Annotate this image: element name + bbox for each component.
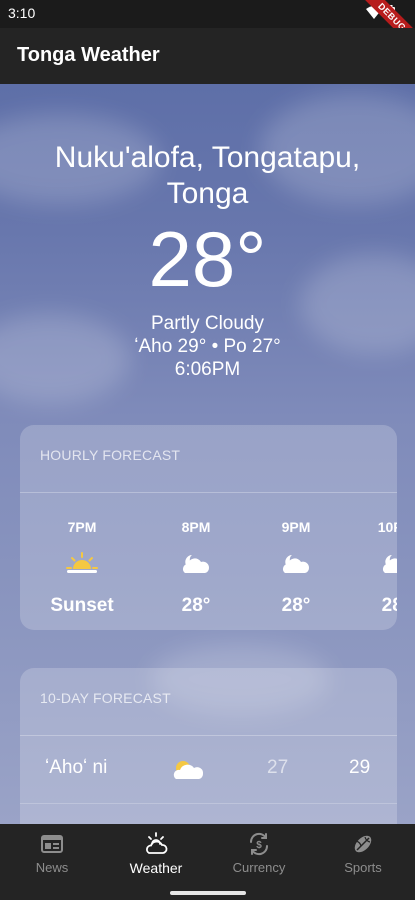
daily-row[interactable]: ʻAhoʻ ni 27 29 xyxy=(20,736,397,804)
sunset-icon xyxy=(66,552,98,573)
weather-icon xyxy=(146,832,168,854)
hourly-value: Sunset xyxy=(50,595,114,616)
hourly-value: 28° xyxy=(281,595,311,616)
weather-content[interactable]: Nuku'alofa, Tongatapu, Tonga 28° Partly … xyxy=(0,84,415,824)
app-title: Tonga Weather xyxy=(17,44,160,66)
moon-cloud-icon xyxy=(383,555,397,573)
hourly-forecast-list[interactable]: 7PM Sunset 8PM 28° 9PM 28° 10 2 xyxy=(20,493,397,630)
sports-icon xyxy=(354,835,372,853)
current-conditions: Partly Cloudy ʻAho 29° • Po 27° 6:06PM xyxy=(0,312,415,381)
local-time: 6:06PM xyxy=(174,359,241,380)
nav-label-currency: Currency xyxy=(232,860,286,875)
status-bar: 3:10 DEBUG xyxy=(0,0,415,54)
sun-cloud-icon xyxy=(173,761,204,779)
moon-cloud-icon xyxy=(183,555,210,573)
nav-label-sports: Sports xyxy=(344,860,382,875)
home-indicator[interactable] xyxy=(170,891,246,895)
app-bar: Tonga Weather xyxy=(0,28,415,84)
hourly-forecast-title: HOURLY FORECAST xyxy=(20,425,397,493)
high-low-text: ʻAho 29° • Po 27° xyxy=(134,336,281,357)
status-time: 3:10 xyxy=(8,5,36,21)
hourly-time: 9PM xyxy=(281,519,311,535)
location-line: Nuku'alofa, Tongatapu, xyxy=(54,141,361,174)
moon-cloud-icon xyxy=(283,555,310,573)
day-low-temp: 27 xyxy=(267,757,289,778)
svg-text:$: $ xyxy=(256,840,262,851)
hourly-time: 7PM xyxy=(67,519,97,535)
hourly-time: 8PM xyxy=(181,519,211,535)
news-icon xyxy=(41,835,63,853)
nav-item-sports[interactable]: Sports xyxy=(311,832,415,875)
daily-forecast-title: 10-DAY FORECAST xyxy=(20,668,397,736)
hourly-time: 10PM xyxy=(377,519,397,535)
nav-item-news[interactable]: News xyxy=(0,832,104,875)
nav-item-currency[interactable]: $ Currency xyxy=(207,832,311,875)
nav-item-weather[interactable]: Weather xyxy=(104,832,208,876)
hourly-value: 28° xyxy=(381,595,397,616)
nav-label-weather: Weather xyxy=(129,860,183,876)
location-name: Nuku'alofa, Tongatapu, Tonga xyxy=(0,140,415,212)
daily-forecast-card: 10-DAY FORECAST ʻAhoʻ ni 27 29 xyxy=(20,668,397,824)
condition-text: Partly Cloudy xyxy=(151,313,264,334)
day-high-temp: 29 xyxy=(349,757,371,778)
hourly-value: 28° xyxy=(181,595,211,616)
current-temperature: 28° xyxy=(148,215,267,303)
day-name: ʻAhoʻ ni xyxy=(45,757,108,778)
hourly-forecast-card: HOURLY FORECAST 7PM Sunset 8PM 28° 9PM 2… xyxy=(20,425,397,630)
bottom-navigation: News Weather $ Currency Sports xyxy=(0,824,415,900)
nav-label-news: News xyxy=(35,860,69,875)
location-line: Tonga xyxy=(166,177,249,210)
currency-icon: $ xyxy=(249,832,269,856)
